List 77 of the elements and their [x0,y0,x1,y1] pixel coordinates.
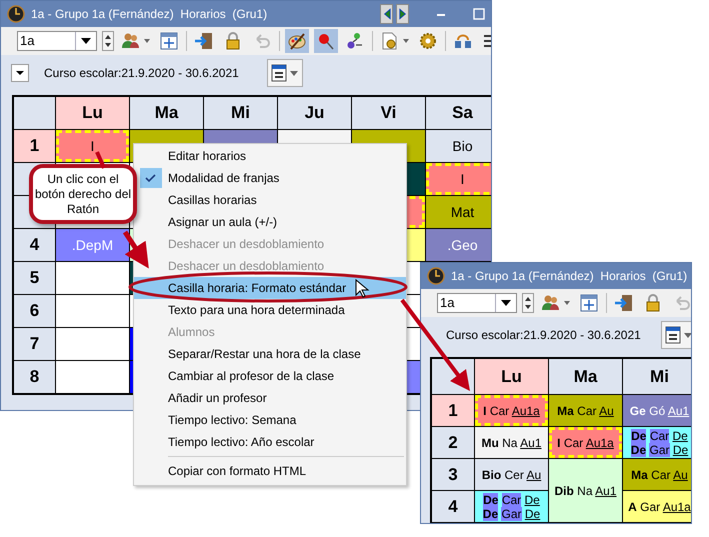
menu-item[interactable]: Tiempo lectivo: Semana [134,409,406,431]
lesson-cell[interactable]: Bio Cer Au [475,459,548,490]
menu-item[interactable]: Cambiar al profesor de la clase [134,365,406,387]
cursor-icon [356,278,370,298]
clock-icon [7,5,25,23]
next-button[interactable] [396,4,409,24]
menu-item[interactable]: Copiar con formato HTML [134,460,406,482]
menu-item[interactable]: Asignar un aula (+/-) [134,211,406,233]
menu-item[interactable]: Texto para una hora determinada [134,299,406,321]
calendar-icon[interactable] [660,321,691,349]
menu-item[interactable]: Tiempo lectivo: Año escolar [134,431,406,453]
callout-bubble: Un clic con el botón derecho del Ratón [29,164,137,224]
school-year-label: Curso escolar:21.9.2020 - 30.6.2021 [44,66,239,80]
menu-item[interactable]: Casillas horarias [134,189,406,211]
period-header: 6 [14,295,55,327]
menu-item[interactable]: Añadir un profesor [134,387,406,409]
period-header: 2 [432,427,474,458]
period-header: 1 [432,395,474,426]
corner-cell [14,97,55,129]
lesson-cell[interactable]: Mu Na Au1 [475,427,548,458]
day-header: Sa [426,97,491,129]
dropdown-arrow-icon[interactable] [501,300,511,306]
day-header: Ju [278,97,351,129]
pin-icon[interactable] [314,29,338,53]
spinner-icon[interactable] [102,31,114,51]
previous-button[interactable] [380,4,393,24]
day-header: Mi [204,97,277,129]
lesson-cell[interactable] [56,295,129,327]
lesson-cell[interactable]: .Geo [426,229,491,261]
lesson-cell[interactable] [56,361,129,393]
lesson-cell[interactable]: I Car Au1a [475,395,548,426]
arrow [122,230,149,268]
lesson-cell[interactable]: De Car De De Gar De [475,491,548,522]
lesson-cell[interactable]: Mat [426,196,491,228]
lesson-cell[interactable]: Dib Na Au1 [549,459,622,522]
palette-icon[interactable] [285,29,309,53]
maximize-icon[interactable] [473,8,485,20]
lesson-cell[interactable]: De Car De De Gar De [623,427,691,458]
lesson-cell[interactable] [56,328,129,360]
day-header: Vi [352,97,425,129]
menu-item[interactable]: Separar/Restar una hora de la clase [134,343,406,365]
period-header: 8 [14,361,55,393]
day-header: Mi [623,359,691,394]
leader-line [95,151,106,169]
spinner-icon[interactable] [522,293,534,313]
day-header: Lu [56,97,129,129]
day-header: Ma [130,97,203,129]
lesson-cell[interactable]: I Car Au1a [549,427,622,458]
school-year-label: Curso escolar:21.9.2020 - 30.6.2021 [446,328,641,342]
period-header: 3 [432,459,474,490]
class-combo[interactable]: 1a [437,293,517,313]
lesson-cell[interactable]: I [56,130,129,162]
period-header: 4 [14,229,55,261]
period-header: 4 [432,491,474,522]
lesson-cell[interactable]: Ge Gó Au1 [623,395,691,426]
window-title: 1a - Grupo 1a (Fernández) Horarios (Gru1) [31,7,268,21]
lesson-cell[interactable]: Ma Car Au [549,395,622,426]
lesson-cell[interactable]: Bio [426,130,491,162]
day-header: Ma [549,359,622,394]
dropdown-arrow-icon[interactable] [81,38,91,44]
window-title: 1a - Grupo 1a (Fernández) Horarios (Gru1) [451,269,688,283]
class-combo[interactable]: 1a [17,31,97,51]
left-arrow-icon [382,8,390,20]
menu-item[interactable]: Editar horarios [134,145,406,167]
lesson-cell[interactable] [56,262,129,294]
lesson-cell[interactable]: I [426,163,491,195]
period-header: 7 [14,328,55,360]
right-arrow-icon [398,8,406,20]
dropdown-icon[interactable] [11,64,29,82]
calendar-icon[interactable] [266,59,303,87]
day-header: Lu [475,359,548,394]
lesson-cell[interactable]: A Gar Au1a [623,491,691,522]
period-header: 1 [14,130,55,162]
menu-item[interactable]: Modalidad de franjas [134,167,406,189]
clock-icon [427,267,445,285]
period-header: 5 [14,262,55,294]
lesson-cell[interactable]: Ma Car Au [623,459,691,490]
